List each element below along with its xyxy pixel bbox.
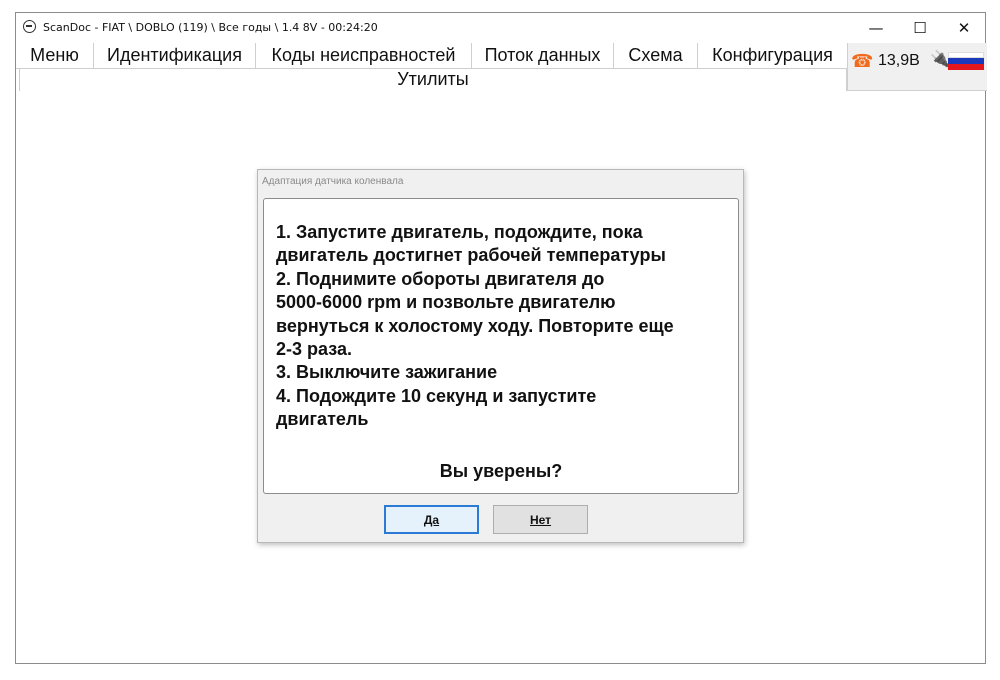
status-panel: ☎ 13,9В 🔌 bbox=[847, 43, 987, 91]
dialog-title: Адаптация датчика коленвала bbox=[262, 176, 404, 187]
minimize-button[interactable]: — bbox=[853, 13, 899, 43]
no-button-label: Нет bbox=[529, 512, 552, 527]
battery-voltage: 13,9В bbox=[878, 52, 920, 69]
menu-item-menu[interactable]: Меню bbox=[16, 43, 94, 68]
app-icon bbox=[23, 20, 36, 33]
menu-bar: Меню Идентификация Коды неисправностей П… bbox=[16, 43, 847, 69]
menu-item-configuration[interactable]: Конфигурация bbox=[698, 43, 847, 68]
menu-item-utilities[interactable]: Утилиты bbox=[397, 69, 468, 89]
russian-flag-icon[interactable] bbox=[948, 52, 984, 70]
instruction-text: 1. Запустите двигатель, подождите, пока … bbox=[276, 222, 674, 430]
crankshaft-adaptation-dialog: Адаптация датчика коленвала 1. Запустите… bbox=[257, 169, 744, 543]
submenu-row: Утилиты bbox=[19, 69, 847, 91]
menu-item-data-stream[interactable]: Поток данных bbox=[472, 43, 614, 68]
confirm-question: Вы уверены? bbox=[439, 461, 563, 481]
yes-button[interactable]: Да bbox=[384, 505, 479, 534]
title-bar[interactable]: ScanDoc - FIAT \ DOBLO (119) \ Все годы … bbox=[16, 13, 985, 43]
menu-item-scheme[interactable]: Схема bbox=[614, 43, 698, 68]
plug-icon: 🔌 bbox=[930, 51, 950, 68]
window-title: ScanDoc - FIAT \ DOBLO (119) \ Все годы … bbox=[43, 21, 378, 34]
menu-item-identification[interactable]: Идентификация bbox=[94, 43, 256, 68]
phone-icon: ☎ bbox=[851, 51, 874, 71]
no-button[interactable]: Нет bbox=[493, 505, 588, 534]
maximize-button[interactable]: ☐ bbox=[897, 13, 943, 43]
close-button[interactable]: ✕ bbox=[941, 13, 987, 43]
message-box: 1. Запустите двигатель, подождите, пока … bbox=[263, 198, 739, 494]
yes-button-label: Да bbox=[423, 512, 440, 527]
menu-item-fault-codes[interactable]: Коды неисправностей bbox=[256, 43, 472, 68]
